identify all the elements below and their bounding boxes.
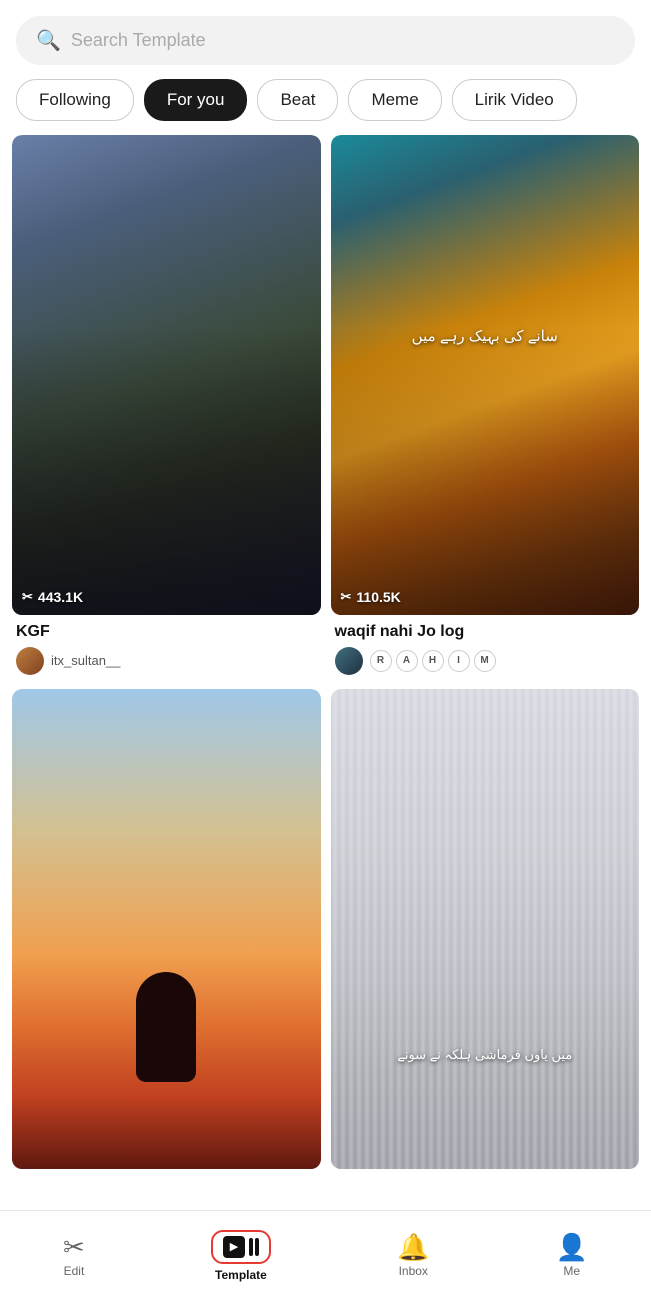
avatar-waqif [335, 647, 363, 675]
person-icon: 👤 [556, 1234, 588, 1260]
avatar-kgf [16, 647, 44, 675]
stats-count-kgf: 443.1K [38, 589, 83, 605]
video-card-girl[interactable]: میں یاوں فرماشی ہلکہ نے سونے [331, 689, 640, 1181]
nav-edit[interactable]: ✂ Edit [47, 1226, 101, 1286]
video-card-silhouette[interactable] [12, 689, 321, 1181]
video-author-kgf: itx_sultan__ [16, 647, 317, 675]
scissors-nav-icon: ✂ [63, 1234, 85, 1260]
nav-template-label: Template [215, 1268, 267, 1282]
video-grid: ✂ 443.1K KGF itx_sultan__ سانے کی بہیک ر… [0, 135, 651, 1181]
search-icon: 🔍 [36, 31, 61, 51]
video-info-kgf: KGF itx_sultan__ [12, 615, 321, 679]
video-card-kgf[interactable]: ✂ 443.1K KGF itx_sultan__ [12, 135, 321, 679]
tag-h: H [422, 650, 444, 672]
tab-beat[interactable]: Beat [257, 79, 338, 121]
pause-bars-icon [249, 1238, 259, 1256]
video-thumb-waqif: سانے کی بہیک رہے میں ✂ 110.5K [331, 135, 640, 615]
video-title-kgf: KGF [16, 623, 317, 641]
pause-bar-2 [255, 1238, 259, 1256]
video-thumb-silhouette [12, 689, 321, 1169]
tab-lirik-video[interactable]: Lirik Video [452, 79, 577, 121]
video-info-silhouette [12, 1169, 321, 1181]
author-name-kgf: itx_sultan__ [51, 653, 120, 668]
tag-i: I [448, 650, 470, 672]
nav-inbox-label: Inbox [399, 1264, 428, 1278]
search-bar[interactable]: 🔍 Search Template [16, 16, 635, 65]
nav-me[interactable]: 👤 Me [540, 1226, 604, 1286]
template-icon: ▶ [223, 1236, 259, 1258]
video-title-waqif: waqif nahi Jo log [335, 623, 636, 641]
nav-me-label: Me [563, 1264, 580, 1278]
tab-for-you[interactable]: For you [144, 79, 248, 121]
tag-m: M [474, 650, 496, 672]
tab-following[interactable]: Following [16, 79, 134, 121]
video-author-waqif: R A H I M [335, 647, 636, 675]
video-info-girl [331, 1169, 640, 1181]
tab-meme[interactable]: Meme [348, 79, 441, 121]
video-card-waqif[interactable]: سانے کی بہیک رہے میں ✂ 110.5K waqif nahi… [331, 135, 640, 679]
video-thumb-kgf: ✂ 443.1K [12, 135, 321, 615]
pause-bar-1 [249, 1238, 253, 1256]
tag-a: A [396, 650, 418, 672]
arabic-text-waqif: سانے کی بہیک رہے میں [341, 327, 630, 345]
play-box-icon: ▶ [223, 1236, 245, 1258]
video-stats-kgf: ✂ 443.1K [22, 589, 83, 605]
video-stats-waqif: ✂ 110.5K [341, 589, 401, 605]
tag-r: R [370, 650, 392, 672]
filter-tabs: Following For you Beat Meme Lirik Video [0, 79, 651, 135]
author-tags-waqif: R A H I M [370, 650, 496, 672]
arabic-text-girl: میں یاوں فرماشی ہلکہ نے سونے [341, 1047, 630, 1063]
video-info-waqif: waqif nahi Jo log R A H I M [331, 615, 640, 679]
nav-edit-label: Edit [64, 1264, 85, 1278]
scissors-icon: ✂ [22, 589, 33, 605]
search-input[interactable]: Search Template [71, 30, 206, 51]
scissors-icon-2: ✂ [341, 589, 352, 605]
template-active-border: ▶ [211, 1230, 271, 1264]
nav-inbox[interactable]: 🔔 Inbox [381, 1226, 445, 1286]
bell-icon: 🔔 [397, 1234, 429, 1260]
video-thumb-girl: میں یاوں فرماشی ہلکہ نے سونے [331, 689, 640, 1169]
bottom-nav: ✂ Edit ▶ Template 🔔 Inbox 👤 Me [0, 1210, 651, 1300]
nav-template[interactable]: ▶ Template [195, 1222, 287, 1290]
stats-count-waqif: 110.5K [356, 589, 400, 605]
